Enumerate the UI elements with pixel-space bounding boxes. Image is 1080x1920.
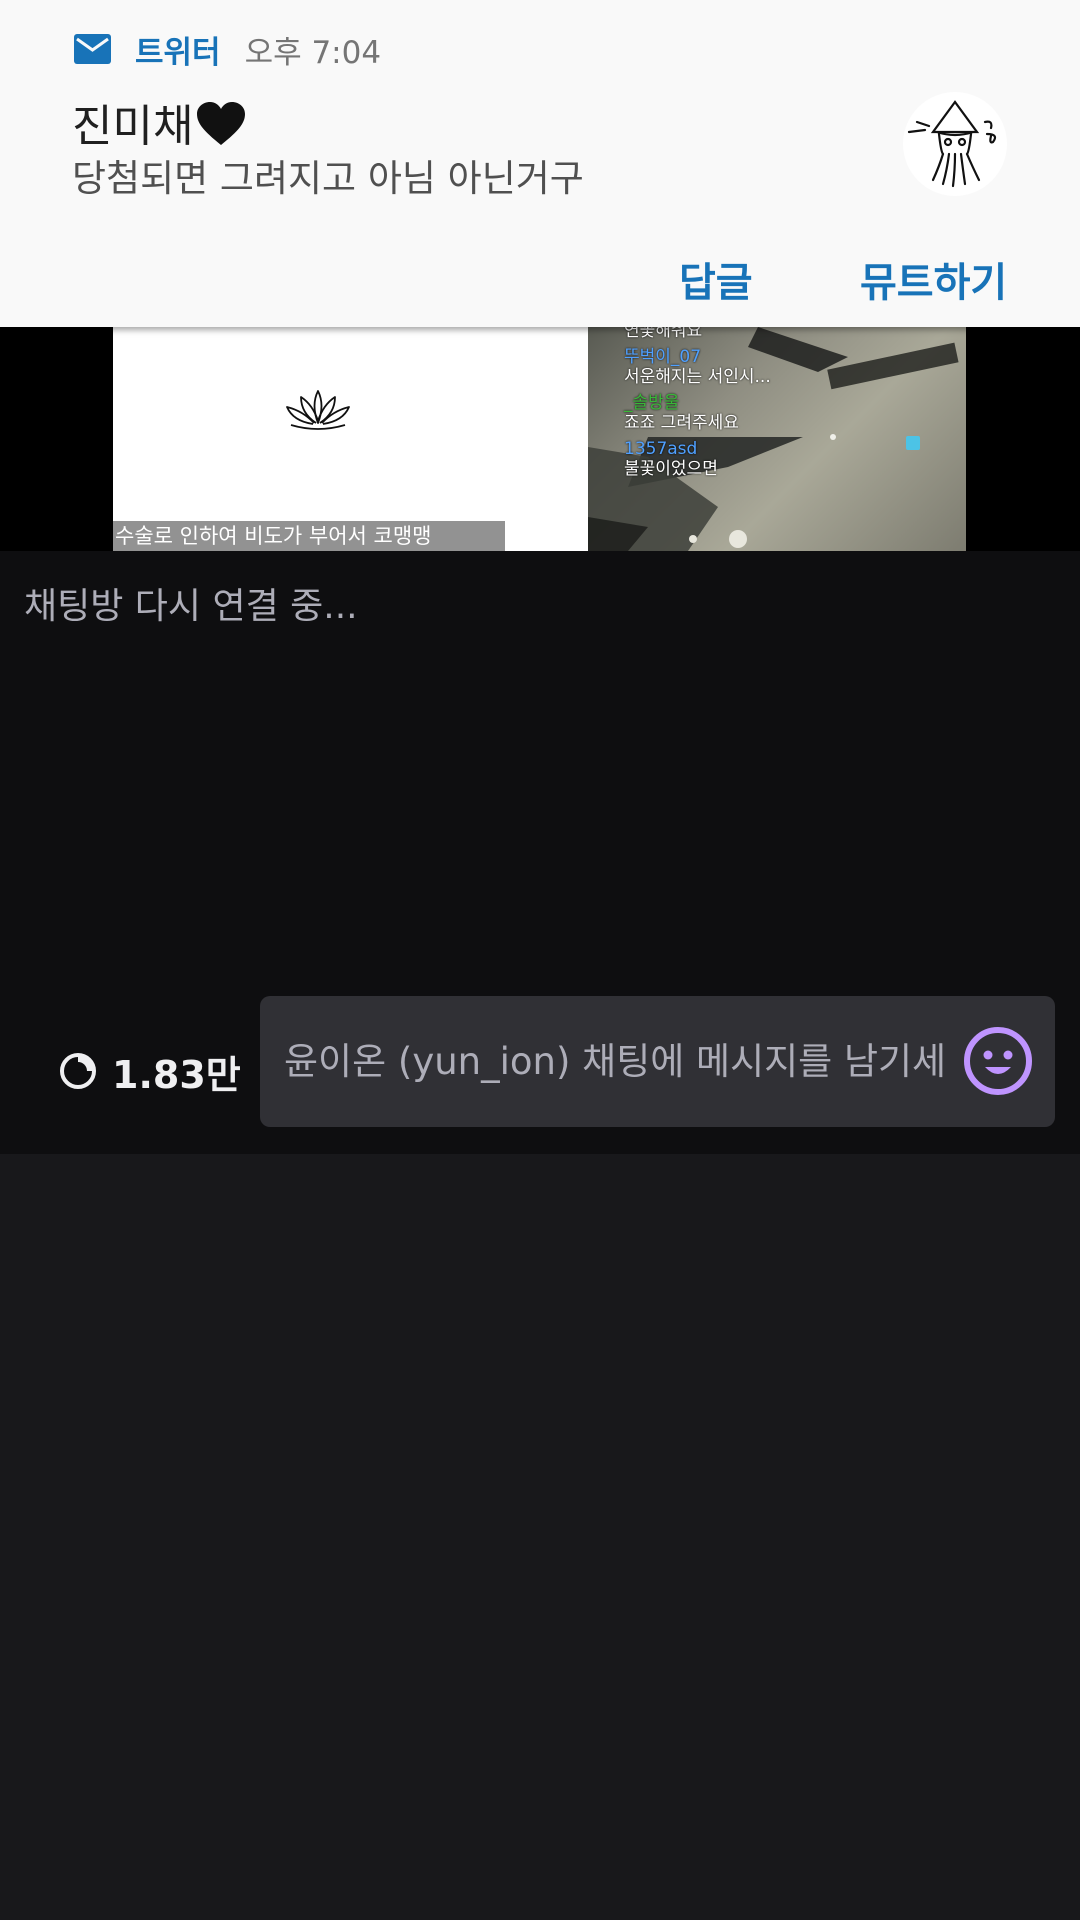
notification-card[interactable]: 트위터 오후 7:04 진미채 당첨되면 그려지고 아님 아닌거구 답글 뮤트하… [0,0,1080,327]
viewer-count: 1.83만 [112,1052,241,1097]
stream-drawing-canvas: 수술로 인하여 비도가 부어서 코맹맹 [113,327,588,551]
overlay-chat: 연꽃해줘요 뚜벅이_07 서운해지는 서인시... _솔방울 죠죠 그려주세요 … [624,327,771,479]
notification-title: 진미채 [72,101,194,152]
chat-panel: 채팅방 다시 연결 중... 1.83만 [0,551,1080,1154]
chat-message-input[interactable] [282,1024,966,1098]
stream-camera-feed: 연꽃해줘요 뚜벅이_07 서운해지는 서인시... _솔방울 죠죠 그려주세요 … [588,327,966,551]
emote-picker-icon[interactable] [962,1025,1034,1097]
chat-reconnect-status: 채팅방 다시 연결 중... [24,586,358,627]
overlay-chat-message: 서운해지는 서인시... [624,367,771,387]
overlay-chat-message: 연꽃해줘요 [624,327,703,341]
video-player[interactable]: 수술로 인하여 비도가 부어서 코맹맹 연꽃해줘요 뚜벅이_07 서운해지는 서… [0,327,1080,551]
stream-caption: 수술로 인하여 비도가 부어서 코맹맹 [113,521,505,551]
lotus-doodle-icon [286,390,350,430]
overlay-chat-user: _솔방울 [624,393,680,413]
mail-icon [74,34,111,64]
black-heart-icon [197,102,246,145]
crown-badge-icon [906,436,920,450]
avatar [903,92,1007,196]
notification-body: 당첨되면 그려지고 아님 아닌거구 [72,157,584,200]
reply-button[interactable]: 답글 [679,250,753,308]
notification-header: 트위터 오후 7:04 [74,28,382,71]
viewer-count-button[interactable]: 1.83만 [58,1041,241,1101]
notification-time: 오후 7:04 [244,34,382,71]
overlay-chat-message: 불꽃이었으면 [624,459,718,479]
overlay-chat-message: 죠죠 그려주세요 [624,413,739,433]
chat-input-box[interactable] [260,996,1055,1127]
squid-doodle-icon [907,100,997,188]
notification-title-row: 진미채 [72,90,247,154]
viewer-count-icon [60,1053,96,1089]
mute-button[interactable]: 뮤트하기 [860,250,1007,308]
notification-app-name: 트위터 [135,34,221,71]
overlay-chat-user: 뚜벅이_07 [624,347,702,367]
overlay-chat-user: 1357asd [624,439,698,459]
